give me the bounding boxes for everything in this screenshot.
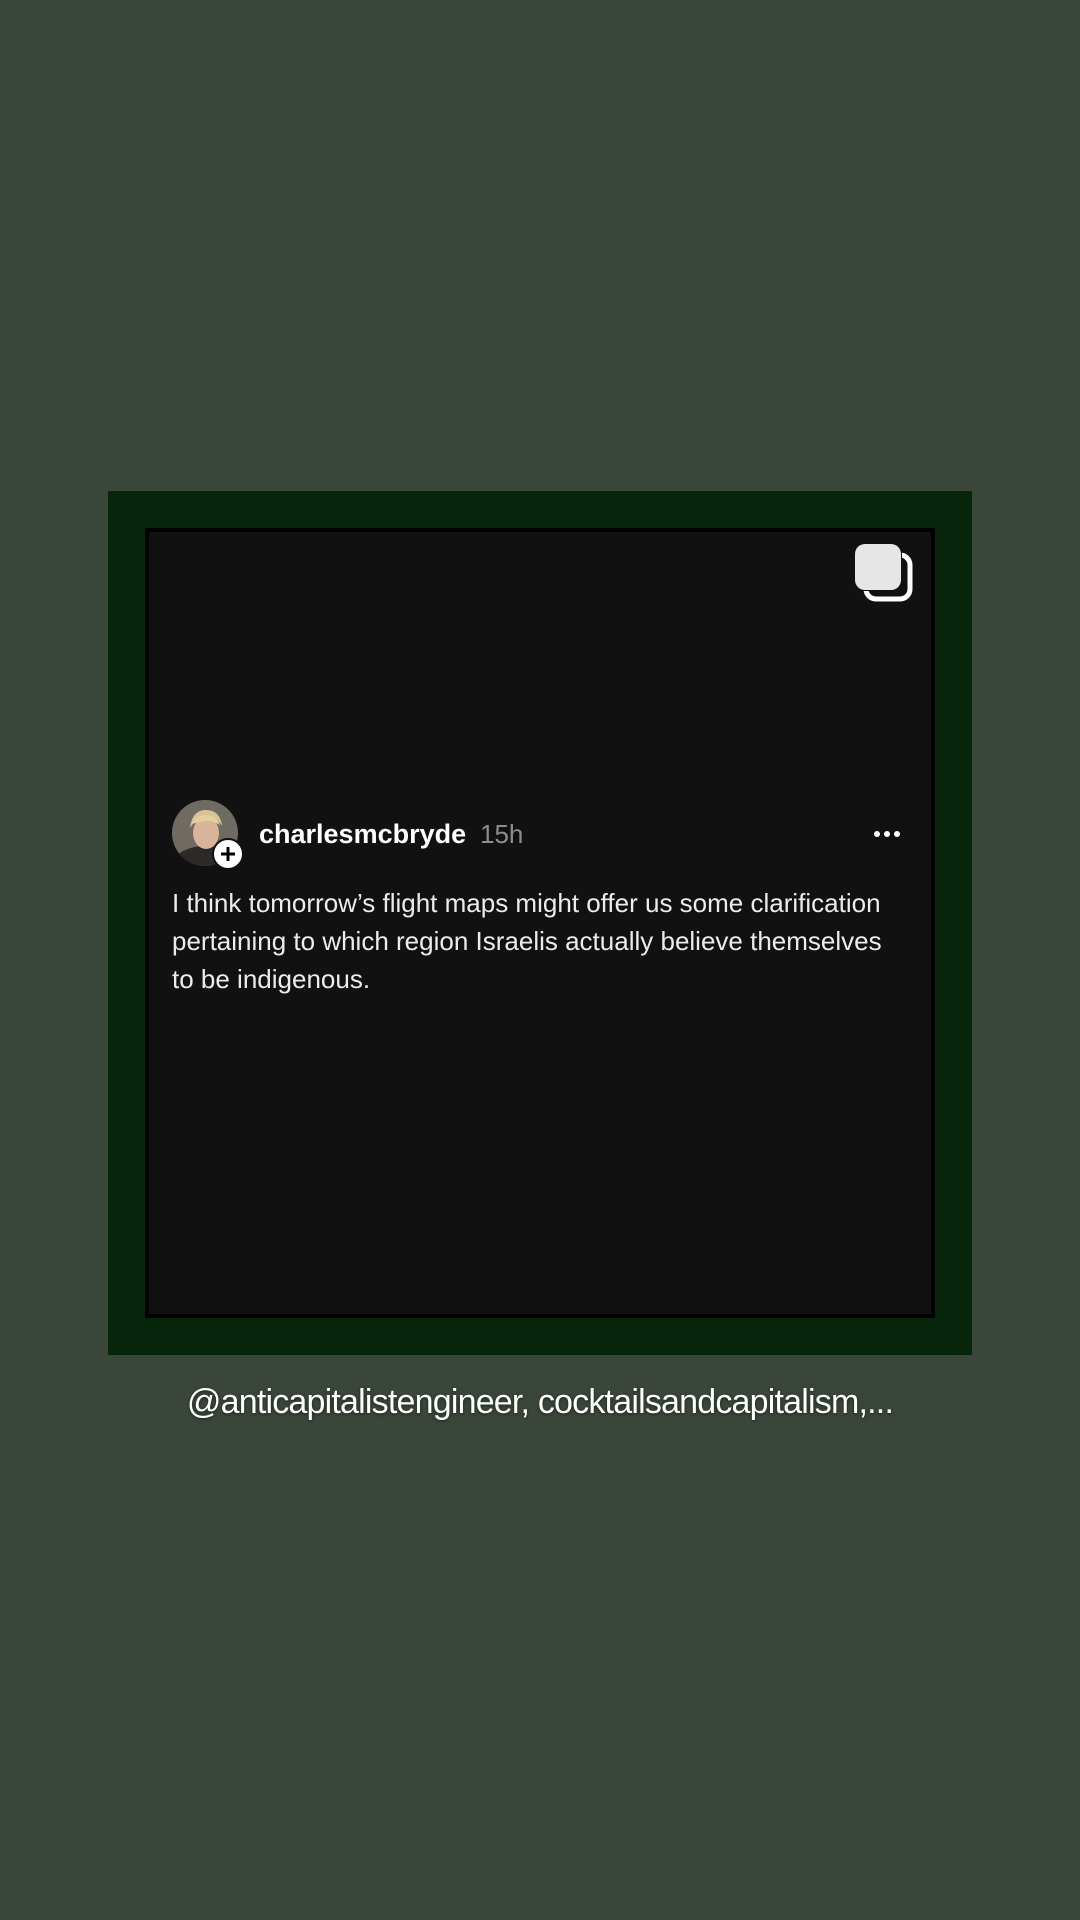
post-timestamp: 15h (480, 819, 524, 849)
story-mentions-text[interactable]: @anticapitalistengineer, cocktailsandcap… (0, 1380, 1080, 1424)
username[interactable]: charlesmcbryde (259, 816, 466, 852)
post-body-text: I think tomorrow’s flight maps might off… (172, 888, 882, 994)
more-options-icon[interactable] (872, 826, 902, 842)
follow-plus-icon[interactable] (212, 838, 244, 870)
multiple-posts-icon (852, 541, 913, 602)
